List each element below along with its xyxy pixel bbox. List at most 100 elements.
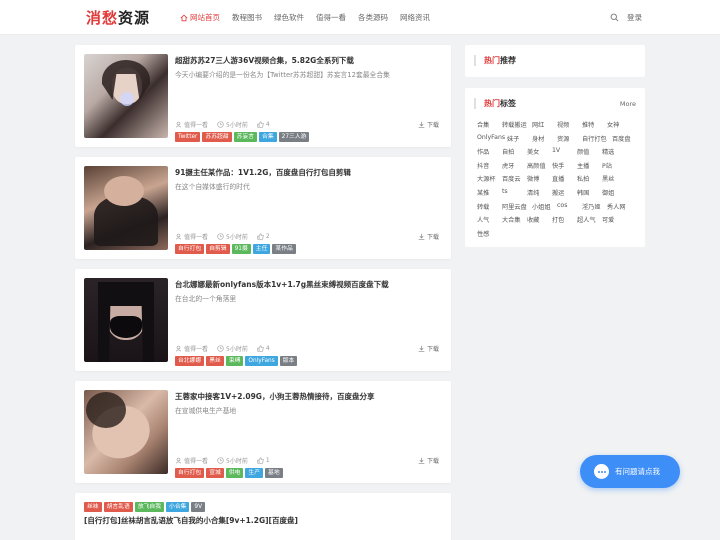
sidebar-tag[interactable]: 高颜值 [527, 161, 552, 175]
tag[interactable]: 丝袜 [84, 502, 102, 512]
sidebar-tag[interactable]: 百度云 [502, 174, 527, 188]
post-category[interactable]: 值得一看 [175, 232, 208, 241]
sidebar-tag[interactable]: P站 [602, 161, 627, 175]
sidebar-tag[interactable]: 转载 [477, 202, 502, 216]
tag[interactable]: 台北娜娜 [175, 356, 205, 366]
nav-item-tutorials[interactable]: 教程图书 [232, 12, 262, 23]
download-link[interactable]: 下载 [418, 456, 439, 465]
nav-item-software[interactable]: 绿色软件 [274, 12, 304, 23]
download-link[interactable]: 下载 [418, 232, 439, 241]
sidebar-tag[interactable]: 某推 [477, 188, 502, 202]
nav-item-source-code[interactable]: 各类源码 [358, 12, 388, 23]
tag[interactable]: 9V [191, 502, 206, 512]
sidebar-tag[interactable]: 资源 [557, 134, 582, 148]
sidebar-tag[interactable]: 可爱 [602, 215, 627, 229]
post-thumbnail[interactable] [84, 166, 168, 250]
post-thumbnail[interactable] [84, 54, 168, 138]
search-icon[interactable] [610, 13, 619, 22]
sidebar-tag[interactable]: 妹子 [507, 134, 532, 148]
tag[interactable]: 基地 [265, 468, 283, 478]
sidebar-tag[interactable]: 推特 [582, 120, 607, 134]
sidebar-tag[interactable]: 性感 [477, 229, 502, 243]
sidebar-tag[interactable]: 直播 [552, 174, 577, 188]
sidebar-tag[interactable]: 人气 [477, 215, 502, 229]
tag[interactable]: Twitter [175, 132, 201, 142]
tag[interactable]: 胡言乱语 [103, 502, 133, 512]
nav-item-news[interactable]: 网络资讯 [400, 12, 430, 23]
sidebar-tag[interactable]: 阿里云盘 [502, 202, 532, 216]
tag[interactable]: 27三人游 [278, 132, 310, 142]
tag[interactable]: 91摄 [231, 244, 251, 254]
post-title[interactable]: 91摄主任某作品：1V1.2G，百度盘自行打包自剪辑 [175, 167, 443, 178]
post-card[interactable]: 91摄主任某作品：1V1.2G，百度盘自行打包自剪辑 在这个自媒体盛行的时代 值… [75, 157, 451, 259]
post-likes[interactable]: 4 [257, 121, 270, 128]
nav-item-home[interactable]: 网站首页 [180, 12, 220, 23]
sidebar-tag[interactable]: 秀人网 [607, 202, 632, 216]
sidebar-tag[interactable]: 女神 [607, 120, 632, 134]
post-card[interactable]: 丝袜 胡言乱语 放飞自我 小合集 9V [自行打包]丝袜胡言乱语放飞自我的小合集… [75, 493, 451, 540]
sidebar-tag[interactable]: 抖音 [477, 161, 502, 175]
tag[interactable]: 供电 [225, 468, 244, 478]
sidebar-tag[interactable]: 大合集 [502, 215, 527, 229]
post-category[interactable]: 值得一看 [175, 456, 208, 465]
tag[interactable]: OnlyFans [245, 356, 278, 366]
help-chat-button[interactable]: 有问题请点我 [580, 455, 680, 488]
sidebar-tag[interactable]: 精选 [602, 147, 627, 161]
sidebar-tag[interactable]: 韩国 [577, 188, 602, 202]
sidebar-tag[interactable]: 自拍 [502, 147, 527, 161]
sidebar-tag[interactable]: 美女 [527, 147, 552, 161]
sidebar-tag[interactable]: 微博 [527, 174, 552, 188]
post-title[interactable]: [自行打包]丝袜胡言乱语放飞自我的小合集[9v+1.2G][百度盘] [84, 515, 298, 526]
sidebar-tag[interactable]: 1V [552, 147, 577, 161]
tag[interactable]: 苏妄言 [233, 132, 258, 142]
post-likes[interactable]: 1 [257, 457, 270, 464]
sidebar-tag[interactable]: 搬运 [552, 188, 577, 202]
tag[interactable]: 自剪辑 [206, 244, 230, 254]
sidebar-tag[interactable]: 视频 [557, 120, 582, 134]
post-likes[interactable]: 2 [257, 233, 270, 240]
sidebar-tag[interactable]: 颜值 [577, 147, 602, 161]
tag[interactable]: 合集 [259, 132, 277, 142]
sidebar-tag[interactable]: 合集 [477, 120, 502, 134]
tag[interactable]: 苏苏超甜 [202, 132, 232, 142]
post-category[interactable]: 值得一看 [175, 344, 208, 353]
login-link[interactable]: 登录 [627, 12, 642, 23]
sidebar-tag[interactable]: 快手 [552, 161, 577, 175]
sidebar-tag[interactable]: 超人气 [577, 215, 602, 229]
tag[interactable]: 自行打包 [175, 468, 205, 478]
tag[interactable]: 生产 [245, 468, 264, 478]
sidebar-tag[interactable]: 作品 [477, 147, 502, 161]
sidebar-tag[interactable]: 网红 [532, 120, 557, 134]
more-link[interactable]: More [620, 100, 636, 108]
sidebar-tag[interactable]: 虎牙 [502, 161, 527, 175]
sidebar-tag[interactable]: 打包 [552, 215, 577, 229]
post-card[interactable]: 超甜苏苏27三人游36V视频合集，5.82G全系列下载 今天小编要介绍的是一份名… [75, 45, 451, 147]
sidebar-tag[interactable]: 大源杯 [477, 174, 502, 188]
post-likes[interactable]: 4 [257, 345, 270, 352]
post-card[interactable]: 台北娜娜最新onlyfans版本1v+1.7g黑丝束缚视频百度盘下载 在台北的一… [75, 269, 451, 371]
post-category[interactable]: 值得一看 [175, 120, 208, 129]
sidebar-tag[interactable]: 御姐 [602, 188, 627, 202]
post-card[interactable]: 王蓉家中接客1V+2.09G，小狗王蓉热情接待，百度盘分享 在宣城供电生产基地 … [75, 381, 451, 483]
post-thumbnail[interactable] [84, 390, 168, 474]
sidebar-tag[interactable]: 百度盘 [612, 134, 637, 148]
tag[interactable]: 某作品 [272, 244, 296, 254]
sidebar-tag[interactable]: 黑丝 [602, 174, 627, 188]
tag[interactable]: 主任 [252, 244, 271, 254]
sidebar-tag[interactable]: 主播 [577, 161, 602, 175]
tag[interactable]: 自行打包 [175, 244, 205, 254]
nav-item-worth-seeing[interactable]: 值得一看 [316, 12, 346, 23]
post-title[interactable]: 王蓉家中接客1V+2.09G，小狗王蓉热情接待，百度盘分享 [175, 391, 443, 402]
sidebar-tag[interactable]: 小姐姐 [532, 202, 557, 216]
download-link[interactable]: 下载 [418, 120, 439, 129]
tag[interactable]: 黑丝 [206, 356, 224, 366]
post-title[interactable]: 超甜苏苏27三人游36V视频合集，5.82G全系列下载 [175, 55, 443, 66]
tag[interactable]: 宣城 [206, 468, 224, 478]
sidebar-tag[interactable]: 淫乃姬 [582, 202, 607, 216]
sidebar-tag[interactable]: 清纯 [527, 188, 552, 202]
sidebar-tag[interactable]: ts [502, 188, 527, 202]
sidebar-tag[interactable]: 身材 [532, 134, 557, 148]
post-title[interactable]: 台北娜娜最新onlyfans版本1v+1.7g黑丝束缚视频百度盘下载 [175, 279, 443, 290]
tag[interactable]: 束缚 [225, 356, 244, 366]
sidebar-tag[interactable]: 私拍 [577, 174, 602, 188]
